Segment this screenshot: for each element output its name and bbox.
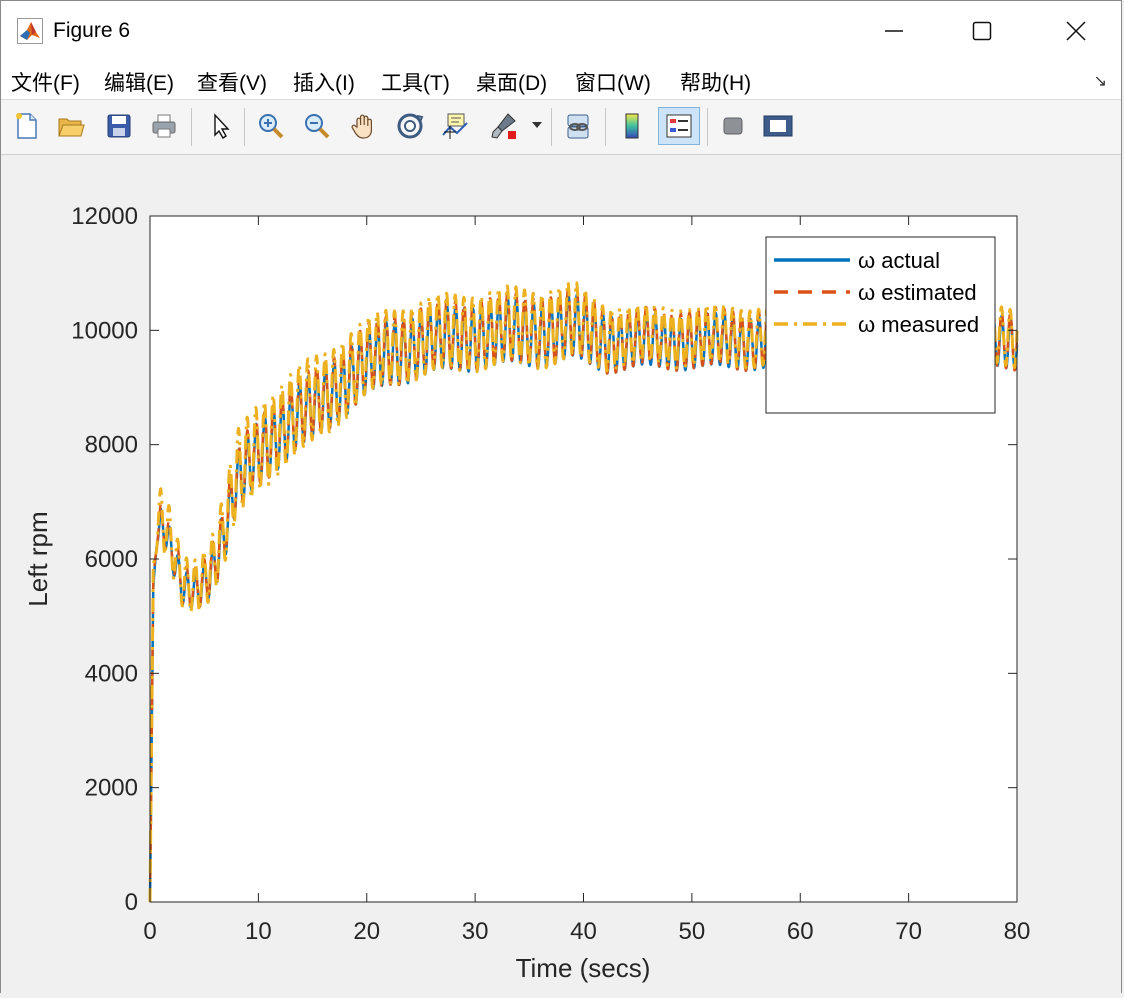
save-disk-icon [107, 114, 131, 138]
pan-button[interactable] [346, 107, 382, 145]
y-tick-label: 4000 [85, 660, 138, 687]
printer-icon [152, 114, 176, 138]
hide-plot-tools-button[interactable] [715, 107, 751, 145]
rotate-3d-icon [397, 113, 424, 139]
x-tick-label: 0 [143, 918, 156, 945]
menu-bar: 文件(F) 编辑(E) 查看(V) 插入(I) 工具(T) 桌面(D) 窗口(W… [1, 61, 1121, 100]
x-tick-label: 20 [353, 918, 380, 945]
menu-desktop[interactable]: 桌面(D) [476, 67, 547, 97]
x-axis-label: Time (secs) [516, 953, 651, 983]
menu-edit[interactable]: 编辑(E) [104, 67, 174, 97]
data-cursor-button[interactable] [437, 107, 473, 145]
link-plot-button[interactable] [560, 107, 596, 145]
figure-canvas: 0 10 20 30 40 50 60 70 80 0 2000 4000 6000 8000 10000 1… [1, 155, 1121, 993]
line-chart[interactable]: 0 10 20 30 40 50 60 70 80 0 2000 4000 6000 8000 10000 1… [1, 155, 1123, 993]
y-tick-label: 10000 [71, 317, 138, 344]
hand-pan-icon [351, 114, 372, 139]
pointer-arrow-icon [214, 113, 230, 139]
zoom-out-icon [305, 114, 330, 139]
show-plot-tools-icon [763, 115, 793, 137]
hide-plot-tools-icon [723, 117, 743, 135]
insert-colorbar-button[interactable] [614, 107, 650, 145]
insert-legend-button[interactable] [658, 107, 700, 145]
minimize-icon [885, 30, 903, 32]
maximize-icon [972, 21, 992, 41]
menu-overflow-arrow-icon[interactable]: ↘ [1094, 71, 1107, 91]
y-tick-label: 0 [125, 889, 138, 916]
save-figure-button[interactable] [101, 107, 137, 145]
dropdown-arrow-icon [532, 122, 542, 128]
y-tick-label: 8000 [85, 432, 138, 459]
x-tick-label: 50 [679, 918, 706, 945]
close-button[interactable] [1044, 1, 1108, 61]
x-tick-label: 30 [462, 918, 489, 945]
figure-window: Figure 6 文件(F) 编辑(E) 查看(V) 插入(I) 工具(T) 桌… [0, 0, 1122, 993]
data-tip-icon [442, 113, 468, 139]
maximize-button[interactable] [950, 1, 1014, 61]
x-tick-label: 10 [245, 918, 272, 945]
menu-tools[interactable]: 工具(T) [381, 67, 450, 97]
new-figure-button[interactable] [9, 107, 45, 145]
x-tick-label: 70 [895, 918, 922, 945]
menu-insert[interactable]: 插入(I) [293, 67, 355, 97]
menu-window[interactable]: 窗口(W) [575, 67, 651, 97]
title-bar[interactable]: Figure 6 [1, 1, 1121, 61]
legend-label-1: ω actual [858, 248, 940, 273]
menu-view[interactable]: 查看(V) [197, 67, 267, 97]
y-tick-label: 12000 [71, 203, 138, 230]
figure-toolbar [1, 100, 1121, 155]
rotate-3d-button[interactable] [392, 107, 428, 145]
minimize-button[interactable] [862, 1, 926, 61]
brush-icon [491, 113, 516, 139]
zoom-in-button[interactable] [253, 107, 289, 145]
menu-help[interactable]: 帮助(H) [680, 67, 751, 97]
menu-file[interactable]: 文件(F) [11, 67, 80, 97]
legend-label-2: ω estimated [858, 280, 977, 305]
legend-icon [666, 114, 692, 138]
x-tick-label: 60 [787, 918, 814, 945]
zoom-in-icon [259, 114, 284, 139]
x-tick-label: 40 [570, 918, 597, 945]
y-axis-label: Left rpm [23, 511, 53, 606]
x-tick-label: 80 [1004, 918, 1031, 945]
legend-label-3: ω measured [858, 312, 979, 337]
print-figure-button[interactable] [146, 107, 182, 145]
brush-button[interactable] [485, 107, 521, 145]
y-tick-label: 6000 [85, 546, 138, 573]
show-plot-tools-button[interactable] [760, 107, 796, 145]
brush-dropdown-button[interactable] [527, 107, 547, 145]
link-plot-icon [567, 114, 589, 139]
close-icon [1066, 21, 1086, 41]
zoom-out-button[interactable] [299, 107, 335, 145]
open-folder-icon [58, 118, 85, 137]
matlab-logo-icon [17, 18, 43, 44]
open-file-button[interactable] [53, 107, 89, 145]
y-tick-label: 2000 [85, 775, 138, 802]
colorbar-icon [625, 113, 639, 139]
new-file-icon [16, 113, 37, 139]
window-title: Figure 6 [53, 19, 131, 42]
chart-legend[interactable]: ω actual ω estimated ω measured [765, 236, 996, 414]
edit-plot-button[interactable] [202, 107, 238, 145]
